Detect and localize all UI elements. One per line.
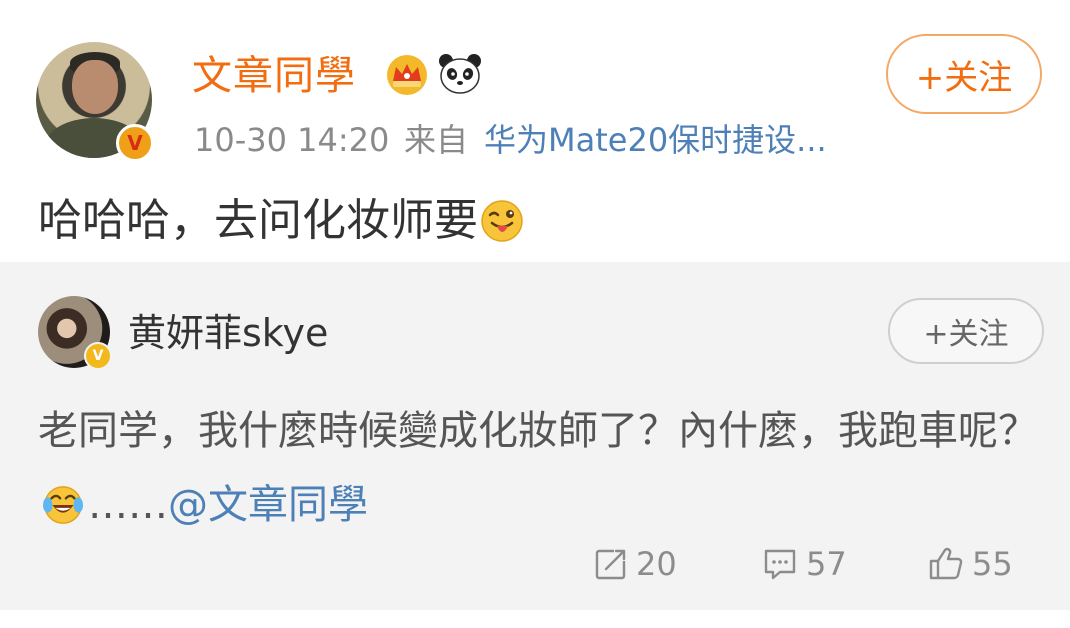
like-button[interactable]: 55 — [928, 542, 1013, 586]
main-post: V 文章同學 +关注 10-30 14:20 来自 华为Mate20保时捷设..… — [0, 0, 1070, 262]
source-label: 来自 — [404, 121, 469, 159]
repost-follow-button[interactable]: +关注 — [888, 298, 1044, 364]
mention-link[interactable]: @文章同學 — [168, 482, 368, 528]
verified-badge-icon: V — [116, 124, 154, 162]
action-bar: 20 57 55 — [0, 542, 1070, 586]
like-count: 55 — [972, 545, 1013, 583]
tongue-emoji-icon — [481, 200, 523, 242]
comment-icon — [764, 549, 796, 580]
author-name[interactable]: 文章同學 — [192, 48, 356, 104]
repost-card[interactable]: V 黄妍菲skye +关注 老同学，我什麼時候變成化妝師了？內什麼，我跑車呢？ … — [0, 262, 1070, 610]
bottom-spacer — [0, 610, 1070, 628]
post-time: 10-30 14:20 — [194, 121, 390, 159]
crown-icon — [387, 55, 427, 95]
follow-button[interactable]: +关注 — [886, 34, 1042, 114]
repost-count: 20 — [636, 545, 677, 583]
source-device-link[interactable]: 华为Mate20保时捷设... — [484, 118, 827, 162]
panda-icon — [439, 54, 481, 94]
laugh-cry-emoji-icon — [42, 486, 84, 524]
post-text: 哈哈哈，去问化妆师要 — [38, 195, 478, 246]
thumbs-up-icon — [929, 547, 963, 580]
repost-author-name[interactable]: 黄妍菲skye — [128, 306, 328, 360]
comment-count: 57 — [806, 545, 847, 583]
repost-icon — [595, 549, 626, 580]
post-content: 哈哈哈，去问化妆师要 — [38, 190, 524, 252]
ellipsis-text: …… — [88, 482, 168, 528]
repost-content: 老同学，我什麼時候變成化妝師了？內什麼，我跑車呢？ ……@文章同學 — [38, 394, 1038, 542]
repost-button[interactable]: 20 — [594, 542, 677, 586]
repost-text: 老同学，我什麼時候變成化妝師了？內什麼，我跑車呢？ — [38, 408, 1038, 454]
verified-badge-icon: V — [84, 342, 112, 370]
comment-button[interactable]: 57 — [762, 542, 847, 586]
